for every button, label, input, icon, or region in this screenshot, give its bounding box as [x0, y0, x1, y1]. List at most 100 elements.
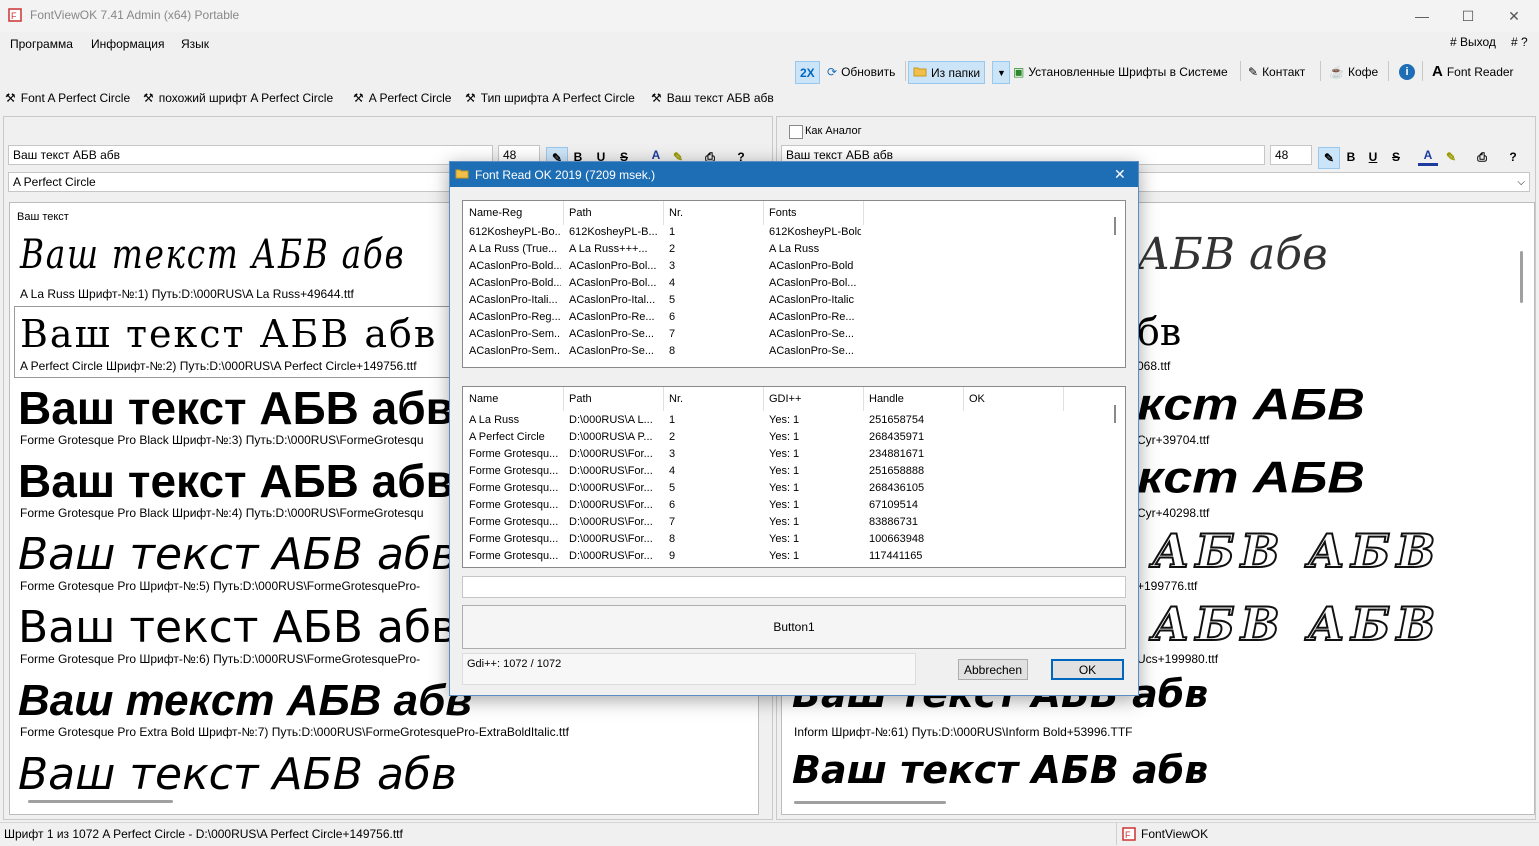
right-help-button[interactable]: ? [1503, 147, 1523, 167]
tab-your-text[interactable]: ⚒ Ваш текст АБВ абв [651, 91, 774, 105]
table-cell: 612KosheyPL-Bold [769, 226, 861, 238]
from-folder-dropdown[interactable]: ▼ [992, 61, 1010, 84]
table-row[interactable]: A La Russ D:\000RUS\A L... 1 Yes: 1 25165875… [463, 412, 1113, 429]
preview-label: Ваш текст [17, 211, 69, 223]
from-folder-button[interactable]: Из папки [908, 61, 986, 84]
table-cell: 2 [669, 431, 676, 443]
app-logo-icon: F [8, 8, 22, 22]
table-row[interactable]: A La Russ (True... A La Russ+++... 2 A La R… [463, 241, 1113, 258]
table-cell: 1 [669, 226, 676, 238]
dialog-title: Font Read OK 2019 (7209 msek.) [475, 168, 656, 182]
column-header[interactable]: Nr. [669, 207, 683, 219]
column-header[interactable]: Name-Reg [469, 207, 522, 219]
right-font-select[interactable]: ⌵ [1135, 172, 1530, 192]
column-header[interactable]: Fonts [769, 207, 797, 219]
column-header[interactable]: Path [569, 393, 592, 405]
vertical-scrollbar[interactable] [1114, 217, 1116, 235]
font-sample-caption: Forme Grotesque Pro Black Шрифт-№:4) Пут… [20, 506, 424, 520]
coffee-button[interactable]: ☕ Кофе [1325, 61, 1382, 82]
table-row[interactable]: ACaslonPro-Sem... ACaslonPro-Se... 8 ACaslo… [463, 343, 1113, 360]
table-row[interactable]: ACaslonPro-Sem... ACaslonPro-Se... 7 ACaslo… [463, 326, 1113, 343]
table-row[interactable]: ACaslonPro-Bold... ACaslonPro-Bol... 4 ACas… [463, 275, 1113, 292]
table-row[interactable]: Forme Grotesqu... D:\000RUS\For... 6 Yes: 1… [463, 497, 1113, 514]
print-icon[interactable]: ⎙ [1472, 147, 1492, 167]
ok-button[interactable]: OK [1051, 659, 1124, 680]
table-row[interactable]: ACaslonPro-Reg... ACaslonPro-Re... 6 ACaslo… [463, 309, 1113, 326]
table-row[interactable]: 612KosheyPL-Bo... 612KosheyPL-B... 1 612Kos… [463, 224, 1113, 241]
table-cell: Yes: 1 [769, 516, 800, 528]
table-cell: ACaslonPro-Bold... [469, 277, 561, 289]
analog-checkbox[interactable] [789, 125, 803, 139]
zoom-2x-button[interactable]: 2X [795, 61, 820, 84]
tab-font-type[interactable]: ⚒ Тип шрифта A Perfect Circle [465, 91, 635, 105]
cancel-button[interactable]: Abbrechen [958, 659, 1028, 680]
horizontal-scrollbar[interactable] [794, 801, 946, 804]
table-cell: D:\000RUS\For... [569, 533, 653, 545]
column-header[interactable]: Name [469, 393, 498, 405]
menu-language[interactable]: Язык [181, 37, 209, 51]
vertical-scrollbar[interactable] [1114, 405, 1116, 423]
column-header[interactable]: Handle [869, 393, 904, 405]
pen-icon[interactable]: ✎ [1318, 147, 1340, 169]
left-text-input[interactable]: Ваш текст АБВ абв [8, 145, 493, 165]
table-row[interactable]: ACaslonPro-Itali... ACaslonPro-Ital... 5 AC… [463, 292, 1113, 309]
close-window-button[interactable]: ✕ [1491, 0, 1537, 32]
table-cell: 251658888 [869, 465, 925, 477]
coffee-label: Кофе [1347, 64, 1379, 79]
table-cell: Yes: 1 [769, 550, 800, 562]
text-color-button[interactable]: A [1418, 147, 1438, 166]
table-cell: 268435971 [869, 431, 925, 443]
status-text: Шрифт 1 из 1072 A Perfect Circle - D:\00… [4, 827, 403, 841]
highlight-icon[interactable]: ✎ [1441, 147, 1461, 167]
tab-similar-font[interactable]: ⚒ похожий шрифт A Perfect Circle [143, 91, 333, 105]
zoom-label: 2X [800, 65, 815, 80]
installed-fonts-button[interactable]: ▣ Установленные Шрифты в Системе [1009, 61, 1232, 82]
minimize-button[interactable]: — [1399, 0, 1445, 32]
font-sample: Ваш текст АБВ абв [18, 676, 472, 725]
bold-button[interactable]: B [1341, 147, 1361, 167]
column-header[interactable]: Nr. [669, 393, 683, 405]
table-row[interactable]: ACaslonPro-Bold... ACaslonPro-Bol... 3 ACas… [463, 258, 1113, 275]
table-row[interactable]: Forme Grotesqu... D:\000RUS\For... 9 Yes: 1… [463, 548, 1113, 565]
table-cell: ACaslonPro-Italic [769, 294, 854, 306]
menu-program[interactable]: Программа [10, 37, 73, 51]
tab-font[interactable]: ⚒ Font A Perfect Circle [5, 91, 130, 105]
table-row[interactable]: Forme Grotesqu... D:\000RUS\For... 8 Yes: 1… [463, 531, 1113, 548]
tab-font-name[interactable]: ⚒ A Perfect Circle [353, 91, 451, 105]
table-row[interactable]: Forme Grotesqu... D:\000RUS\For... 4 Yes: 1… [463, 463, 1113, 480]
font-reader-label: Font Reader [1446, 64, 1514, 79]
dialog-input[interactable] [462, 576, 1126, 598]
strike-button[interactable]: S [1386, 147, 1406, 167]
table-row[interactable]: Forme Grotesqu... D:\000RUS\For... 7 Yes: 1… [463, 514, 1113, 531]
analog-checkbox-label: Как Аналог [805, 125, 862, 137]
table-cell: Yes: 1 [769, 499, 800, 511]
maximize-button[interactable]: ☐ [1445, 0, 1491, 32]
contact-button[interactable]: ✎ Контакт [1244, 61, 1309, 82]
vertical-scrollbar[interactable] [1520, 251, 1523, 303]
underline-button[interactable]: U [1363, 147, 1383, 167]
menu-information[interactable]: Информация [91, 37, 164, 51]
table-cell: 6 [669, 499, 676, 511]
table-row[interactable]: A Perfect Circle D:\000RUS\A P... 2 Yes: 1 2… [463, 429, 1113, 446]
table-row[interactable]: Forme Grotesqu... D:\000RUS\For... 3 Yes: 1… [463, 446, 1113, 463]
column-header[interactable]: Path [569, 207, 592, 219]
left-font-select[interactable]: A Perfect Circle [8, 172, 453, 192]
dialog-close-button[interactable]: ✕ [1114, 166, 1126, 183]
table-row[interactable]: Forme Grotesqu... D:\000RUS\For... 5 Yes: 1… [463, 480, 1113, 497]
table-cell: D:\000RUS\For... [569, 482, 653, 494]
right-size-input[interactable]: 48 [1270, 145, 1312, 165]
button1[interactable]: Button1 [462, 605, 1126, 649]
menu-exit[interactable]: # Выход [1450, 35, 1496, 49]
table-cell: 83886731 [869, 516, 918, 528]
menu-help[interactable]: # ? [1511, 35, 1528, 49]
toolbar-separator [1388, 61, 1389, 81]
table-cell: ACaslonPro-Se... [569, 328, 654, 340]
column-header[interactable]: OK [969, 393, 985, 405]
refresh-button[interactable]: ⟳ Обновить [823, 61, 899, 82]
font-reader-button[interactable]: A Font Reader [1428, 61, 1518, 82]
column-header[interactable]: GDI++ [769, 393, 801, 405]
font-sample: кст АБВ [1137, 380, 1365, 430]
font-sample: Ваш текст АБВ абв [18, 749, 457, 800]
info-button[interactable]: i [1395, 61, 1419, 82]
horizontal-scrollbar[interactable] [28, 800, 173, 803]
